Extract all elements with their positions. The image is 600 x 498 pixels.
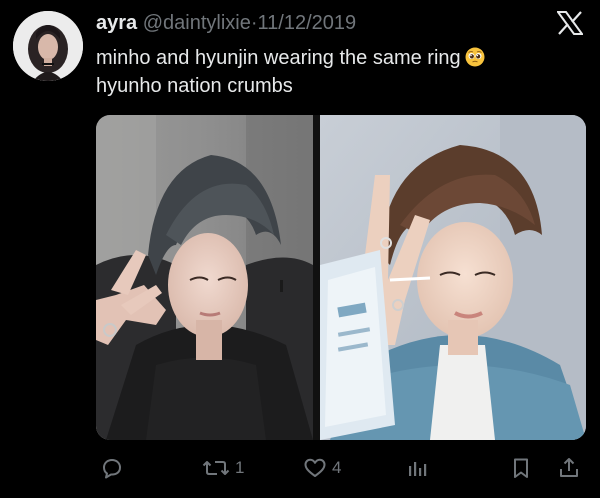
share-button[interactable] <box>557 452 581 484</box>
header-separator: · <box>250 12 258 34</box>
share-icon <box>557 456 581 480</box>
bookmark-button[interactable] <box>509 452 533 484</box>
like-count: 4 <box>332 458 342 477</box>
reply-icon <box>100 456 124 480</box>
pleading-face-emoji <box>465 47 485 67</box>
avatar[interactable] <box>13 11 83 81</box>
tweet-date[interactable]: 11/12/2019 <box>258 12 357 34</box>
tweet-text-line-1: minho and hyunjin wearing the same ring <box>96 44 586 72</box>
action-bar: 1 4 <box>0 452 600 484</box>
like-button[interactable]: 4 <box>303 452 341 484</box>
author-handle[interactable]: @daintylixie <box>143 12 251 34</box>
views-button[interactable] <box>405 452 429 484</box>
heart-icon <box>303 456 327 480</box>
views-chart-icon <box>405 456 429 480</box>
x-logo-icon[interactable] <box>556 11 584 35</box>
tweet-header: ayra @daintylixie·11/12/2019 <box>96 12 356 34</box>
avatar-image <box>13 11 83 81</box>
reply-button[interactable] <box>100 452 129 484</box>
retweet-button[interactable]: 1 <box>202 452 244 484</box>
photo-left[interactable] <box>96 115 313 440</box>
tweet-media <box>96 115 586 440</box>
tweet-text: minho and hyunjin wearing the same ring … <box>96 44 586 100</box>
author-display-name[interactable]: ayra <box>96 12 137 34</box>
photo-right[interactable] <box>320 115 586 440</box>
tweet-text-line-1-content: minho and hyunjin wearing the same ring <box>96 47 461 69</box>
retweet-count: 1 <box>235 458 245 477</box>
bookmark-icon <box>509 456 533 480</box>
retweet-icon <box>202 456 230 480</box>
tweet-text-line-2: hyunho nation crumbs <box>96 75 293 97</box>
